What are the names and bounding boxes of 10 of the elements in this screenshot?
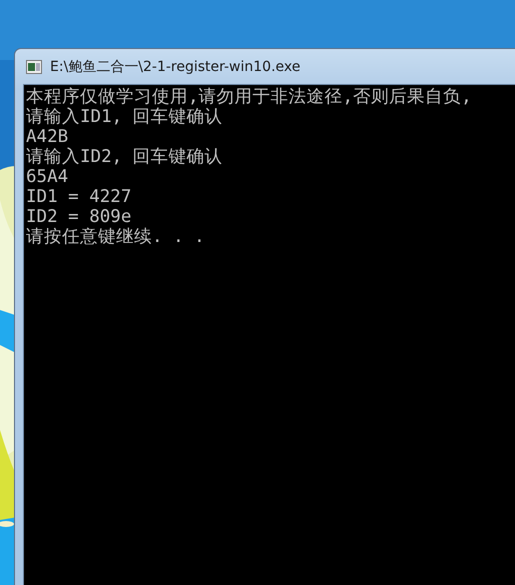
- console-app-icon: [26, 60, 42, 74]
- console-text: 请输入ID2, 回车键确认: [26, 147, 223, 167]
- console-text: ID1 = 4227: [26, 187, 132, 207]
- console-text: 本程序仅做学习使用,请勿用于非法途径,否则后果自负,: [26, 87, 472, 107]
- window-title: E:\鲍鱼二合一\2-1-register-win10.exe: [50, 58, 300, 76]
- console-text: 请按任意键继续. . .: [26, 227, 205, 247]
- console-text: ID2 = 809e: [26, 207, 132, 227]
- console-text: A42B: [26, 127, 68, 147]
- console-text: 65A4: [26, 167, 68, 187]
- console-text: 请输入ID1, 回车键确认: [26, 107, 223, 127]
